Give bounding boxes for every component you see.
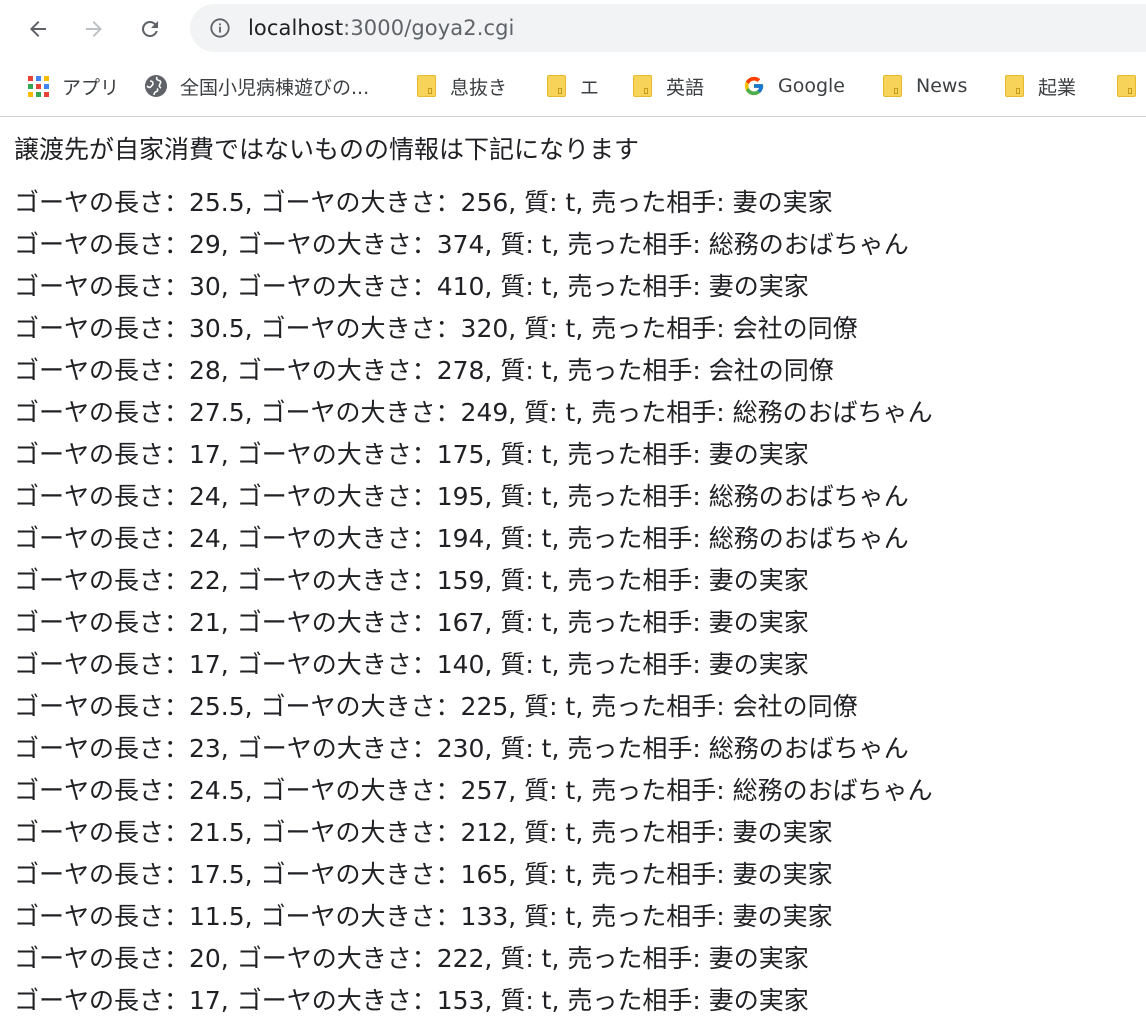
list-item: ゴーヤの長さ：27.5, ゴーヤの大きさ：249, 質: t, 売った相手: 総… bbox=[14, 398, 933, 427]
list-item: ゴーヤの長さ：21.5, ゴーヤの大きさ：212, 質: t, 売った相手: 妻… bbox=[14, 818, 833, 847]
url-path: :3000/goya2.cgi bbox=[343, 16, 515, 40]
bookmark-folder-ikinuki[interactable]: 息抜き bbox=[414, 72, 507, 100]
list-item: ゴーヤの長さ：23, ゴーヤの大きさ：230, 質: t, 売った相手: 総務の… bbox=[14, 734, 909, 763]
list-item: ゴーヤの長さ：24, ゴーヤの大きさ：195, 質: t, 売った相手: 総務の… bbox=[14, 482, 909, 511]
list-item: ゴーヤの長さ：25.5, ゴーヤの大きさ：256, 質: t, 売った相手: 妻… bbox=[14, 188, 833, 217]
reload-button[interactable] bbox=[134, 13, 166, 45]
folder-icon bbox=[1114, 74, 1138, 98]
list-item: ゴーヤの長さ：17, ゴーヤの大きさ：140, 質: t, 売った相手: 妻の実… bbox=[14, 650, 809, 679]
address-bar[interactable]: localhost:3000/goya2.cgi bbox=[190, 4, 1146, 52]
bookmark-label: 全国小児病棟遊びの... bbox=[180, 76, 370, 99]
bookmark-folder-kigyou[interactable]: 起業 bbox=[1002, 72, 1076, 100]
list-item: ゴーヤの長さ：25.5, ゴーヤの大きさ：225, 質: t, 売った相手: 会… bbox=[14, 692, 858, 721]
site-info-icon[interactable] bbox=[208, 16, 232, 40]
list-item: ゴーヤの長さ：29, ゴーヤの大きさ：374, 質: t, 売った相手: 総務の… bbox=[14, 230, 909, 259]
list-item: ゴーヤの長さ：20, ゴーヤの大きさ：222, 質: t, 売った相手: 妻の実… bbox=[14, 944, 809, 973]
bookmark-label: エ bbox=[580, 76, 600, 99]
list-item: ゴーヤの長さ：22, ゴーヤの大きさ：159, 質: t, 売った相手: 妻の実… bbox=[14, 566, 809, 595]
list-item: ゴーヤの長さ：24.5, ゴーヤの大きさ：257, 質: t, 売った相手: 総… bbox=[14, 776, 933, 805]
folder-icon bbox=[414, 74, 438, 98]
bookmark-label: 起業 bbox=[1038, 76, 1077, 99]
globe-icon bbox=[144, 74, 168, 98]
list-item: ゴーヤの長さ：17, ゴーヤの大きさ：153, 質: t, 売った相手: 妻の実… bbox=[14, 986, 809, 1015]
reload-icon bbox=[141, 20, 158, 37]
forward-arrow-icon bbox=[86, 21, 102, 37]
list-item: ゴーヤの長さ：28, ゴーヤの大きさ：278, 質: t, 売った相手: 会社の… bbox=[14, 356, 834, 385]
bookmark-pediatric-ward[interactable]: 全国小児病棟遊びの... bbox=[144, 72, 369, 100]
bookmark-google[interactable]: Google bbox=[742, 72, 845, 100]
back-button[interactable] bbox=[22, 13, 54, 45]
bookmark-label: 英語 bbox=[666, 76, 705, 99]
page-content: 譲渡先が自家消費ではないものの情報は下記になります ゴーヤの長さ：25.5, ゴ… bbox=[14, 132, 1134, 1022]
goya-list: ゴーヤの長さ：25.5, ゴーヤの大きさ：256, 質: t, 売った相手: 妻… bbox=[14, 182, 1134, 1022]
folder-icon bbox=[630, 74, 654, 98]
folder-icon bbox=[544, 74, 568, 98]
bookmark-folder-english[interactable]: 英語 bbox=[630, 72, 704, 100]
list-item: ゴーヤの長さ：17.5, ゴーヤの大きさ：165, 質: t, 売った相手: 妻… bbox=[14, 860, 833, 889]
forward-button[interactable] bbox=[78, 13, 110, 45]
bookmark-folder-partial[interactable] bbox=[1114, 72, 1146, 100]
bookmark-folder-news[interactable]: News bbox=[880, 72, 967, 100]
folder-icon bbox=[1002, 74, 1026, 98]
google-g-icon bbox=[742, 74, 766, 98]
folder-icon bbox=[880, 74, 904, 98]
bookmark-apps[interactable]: アプリ bbox=[26, 72, 119, 100]
bookmark-label: 息抜き bbox=[450, 76, 508, 99]
back-arrow-icon bbox=[30, 21, 46, 37]
page-heading: 譲渡先が自家消費ではないものの情報は下記になります bbox=[14, 135, 640, 164]
bookmark-label: アプリ bbox=[62, 76, 120, 99]
url-text[interactable]: localhost:3000/goya2.cgi bbox=[248, 16, 515, 40]
list-item: ゴーヤの長さ：30, ゴーヤの大きさ：410, 質: t, 売った相手: 妻の実… bbox=[14, 272, 809, 301]
browser-toolbar: localhost:3000/goya2.cgi bbox=[0, 0, 1146, 58]
list-item: ゴーヤの長さ：24, ゴーヤの大きさ：194, 質: t, 売った相手: 総務の… bbox=[14, 524, 909, 553]
apps-grid-icon bbox=[26, 74, 50, 98]
bookmark-label: News bbox=[916, 75, 968, 97]
list-item: ゴーヤの長さ：21, ゴーヤの大きさ：167, 質: t, 売った相手: 妻の実… bbox=[14, 608, 809, 637]
bookmark-folder-e[interactable]: エ bbox=[544, 72, 599, 100]
url-host: localhost bbox=[248, 16, 344, 40]
list-item: ゴーヤの長さ：11.5, ゴーヤの大きさ：133, 質: t, 売った相手: 妻… bbox=[14, 902, 833, 931]
bookmarks-bar: アプリ 全国小児病棟遊びの... 息抜き エ 英語 Google News 起業 bbox=[0, 58, 1146, 117]
list-item: ゴーヤの長さ：17, ゴーヤの大きさ：175, 質: t, 売った相手: 妻の実… bbox=[14, 440, 809, 469]
bookmark-label: Google bbox=[778, 75, 846, 97]
list-item: ゴーヤの長さ：30.5, ゴーヤの大きさ：320, 質: t, 売った相手: 会… bbox=[14, 314, 858, 343]
